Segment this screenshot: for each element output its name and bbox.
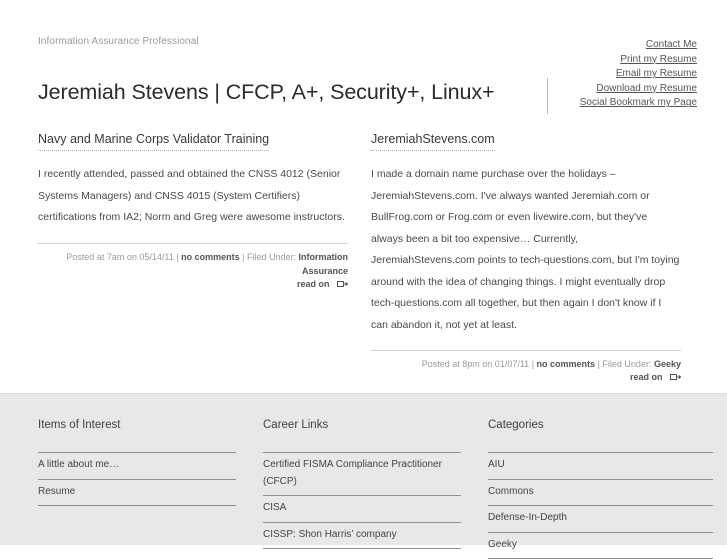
footer-column-title: Categories (488, 417, 713, 433)
list-item[interactable]: Commons (488, 480, 713, 507)
footer-column-categories: Categories AIU Commons Defense-In-Depth … (488, 417, 713, 559)
read-on-label: read on (297, 279, 330, 289)
site-header: Information Assurance Professional Conta… (0, 0, 727, 76)
list-item[interactable]: AIU (488, 453, 713, 480)
post-meta-divider (371, 350, 681, 351)
footer-list: AIU Commons Defense-In-Depth Geeky (488, 452, 713, 559)
post-meta-comments[interactable]: no comments (181, 252, 240, 262)
post-body: I recently attended, passed and obtained… (38, 164, 348, 229)
nav-link-contact-me[interactable]: Contact Me (580, 38, 697, 53)
list-item[interactable]: Geeky (488, 533, 713, 559)
list-item[interactable]: Certified FISMA Compliance Practitioner … (263, 453, 461, 496)
footer-column-career-links: Career Links Certified FISMA Compliance … (263, 417, 461, 559)
page-root: Information Assurance Professional Conta… (0, 0, 727, 545)
post-body: I made a domain name purchase over the h… (371, 164, 681, 336)
list-item[interactable]: Resume (38, 480, 236, 507)
list-item[interactable]: A little about me… (38, 453, 236, 480)
post-meta-category[interactable]: Information Assurance (299, 252, 349, 276)
footer-list: Certified FISMA Compliance Practitioner … (263, 452, 461, 549)
box-arrow-icon (670, 373, 681, 383)
site-title-row: Jeremiah Stevens | CFCP, A+, Security+, … (0, 76, 727, 122)
list-item[interactable]: Defense-In-Depth (488, 506, 713, 533)
post-meta-posted: Posted at 8pm on 01/07/11 (422, 359, 529, 369)
footer-column-title: Career Links (263, 417, 461, 433)
post-meta-filed-label: Filed Under: (247, 252, 296, 262)
nav-link-print-my-resume[interactable]: Print my Resume (580, 53, 697, 68)
post-meta: Posted at 8pm on 01/07/11 | no comments … (371, 357, 681, 371)
footer-column-title: Items of Interest (38, 417, 236, 433)
post-columns: Navy and Marine Corps Validator Training… (0, 122, 727, 383)
post-title[interactable]: JeremiahStevens.com (371, 131, 495, 151)
read-on-link[interactable]: read on (38, 279, 348, 290)
post-meta-divider (38, 243, 348, 244)
post-column-left: Navy and Marine Corps Validator Training… (38, 130, 348, 383)
read-on-link[interactable]: read on (371, 372, 681, 383)
post-column-right: JeremiahStevens.com I made a domain name… (371, 130, 681, 383)
post-title[interactable]: Navy and Marine Corps Validator Training (38, 131, 269, 151)
post-meta-filed-label: Filed Under: (602, 359, 651, 369)
title-vertical-divider (547, 78, 548, 114)
read-on-label: read on (630, 372, 663, 382)
box-arrow-icon (337, 280, 348, 290)
site-title[interactable]: Jeremiah Stevens | CFCP, A+, Security+, … (38, 76, 495, 108)
post-meta: Posted at 7am on 05/14/11 | no comments … (38, 250, 348, 278)
footer-list: A little about me… Resume (38, 452, 236, 506)
list-item[interactable]: CISA (263, 496, 461, 523)
post-meta-comments[interactable]: no comments (537, 359, 596, 369)
post-meta-category[interactable]: Geeky (654, 359, 681, 369)
footer-columns: Items of Interest A little about me… Res… (0, 394, 727, 559)
site-footer: Items of Interest A little about me… Res… (0, 393, 727, 545)
footer-column-items-of-interest: Items of Interest A little about me… Res… (38, 417, 236, 559)
list-item[interactable]: CISSP: Shon Harris’ company (263, 523, 461, 550)
post-meta-posted: Posted at 7am on 05/14/11 (66, 252, 173, 262)
